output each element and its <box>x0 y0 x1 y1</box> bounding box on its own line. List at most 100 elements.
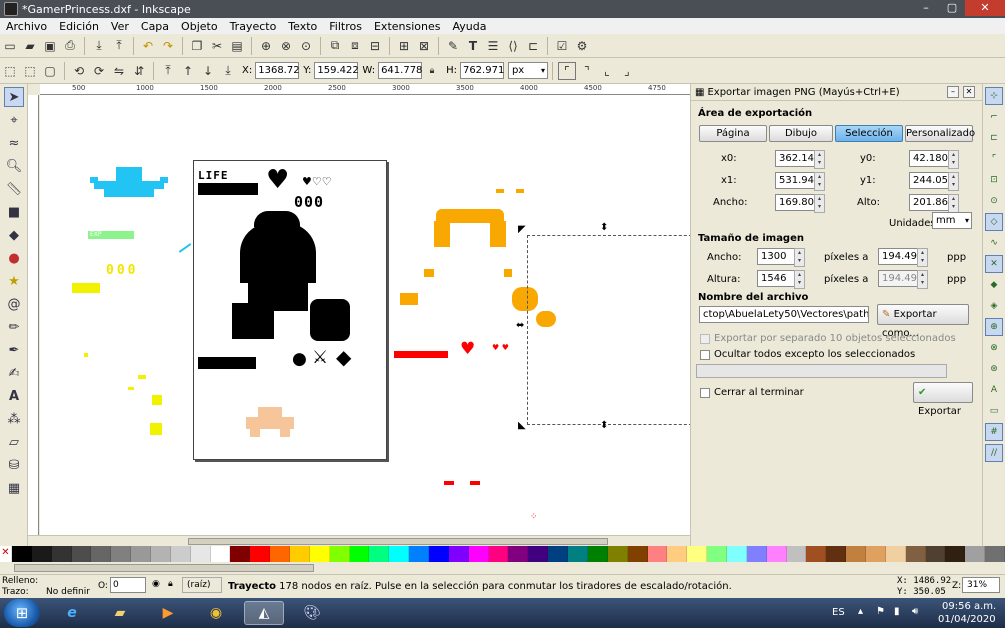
windows-start-icon[interactable]: ⊞ <box>4 599 40 627</box>
print-icon[interactable]: ⎙ <box>61 37 79 55</box>
color-swatch[interactable] <box>111 546 132 562</box>
y0-field[interactable]: 42.180 <box>909 150 959 169</box>
select-all-layers-icon[interactable]: ⬚ <box>21 62 39 80</box>
snap-smooth-nodes-icon[interactable]: ◈ <box>985 297 1003 315</box>
pen-tool-icon[interactable]: ✒ <box>4 340 24 360</box>
zoom-tool-icon[interactable]: 🔍︎ <box>4 156 24 176</box>
color-swatch[interactable] <box>309 546 330 562</box>
fill-stroke-icon[interactable]: ✎ <box>444 37 462 55</box>
color-swatch[interactable] <box>270 546 291 562</box>
lower-icon[interactable]: ↓ <box>199 62 217 80</box>
color-swatch[interactable] <box>51 546 72 562</box>
import-icon[interactable]: ⤓ <box>90 37 108 55</box>
snap-page-border-icon[interactable]: ▭ <box>985 402 1003 420</box>
palette-scrollbar[interactable] <box>0 562 1005 574</box>
eraser-tool-icon[interactable]: ▱ <box>4 432 24 452</box>
color-swatch[interactable] <box>429 546 449 562</box>
zoom-field[interactable]: 31% <box>962 577 1000 593</box>
color-swatch[interactable] <box>468 546 489 562</box>
snap-rotation-center-icon[interactable]: ⊛ <box>985 360 1003 378</box>
snap-paths-icon[interactable]: ∿ <box>985 234 1003 252</box>
color-swatch[interactable] <box>885 546 906 562</box>
h-field[interactable]: 762.971 <box>459 62 504 79</box>
flip-horizontal-icon[interactable]: ⇋ <box>110 62 128 80</box>
spiral-tool-icon[interactable]: @ <box>4 294 24 314</box>
color-swatch[interactable] <box>488 546 509 562</box>
menu-archivo[interactable]: Archivo <box>0 20 53 33</box>
color-swatch[interactable] <box>508 546 529 562</box>
menu-texto[interactable]: Texto <box>282 20 323 33</box>
area-drawing-button[interactable]: Dibujo <box>769 125 833 142</box>
pencil-tool-icon[interactable]: ✏ <box>4 317 24 337</box>
area-custom-button[interactable]: Personalizado <box>905 125 975 142</box>
color-swatch[interactable] <box>31 546 52 562</box>
unlink-clone-icon[interactable]: ⊟ <box>366 37 384 55</box>
y1-field[interactable]: 244.050 <box>909 172 959 191</box>
scale-handle-left[interactable]: ⬌ <box>516 321 524 331</box>
character-silhouette[interactable] <box>232 211 350 341</box>
color-swatch[interactable] <box>12 546 32 562</box>
snap-bbox-icon[interactable]: ⌐ <box>985 108 1003 126</box>
color-swatch[interactable] <box>210 546 231 562</box>
copy-icon[interactable]: ❐ <box>188 37 206 55</box>
rectangle-tool-icon[interactable]: ■ <box>4 202 24 222</box>
clock-date[interactable]: 01/04/2020 <box>938 614 996 625</box>
color-swatch[interactable] <box>925 546 946 562</box>
opacity-field[interactable]: 0 <box>110 577 146 593</box>
area-height-field[interactable]: 201.869 <box>909 194 959 213</box>
area-width-field[interactable]: 169.804 <box>775 194 825 213</box>
no-paint-swatch[interactable]: ✕ <box>0 546 12 562</box>
snap-intersections-icon[interactable]: ✕ <box>985 255 1003 273</box>
color-swatch[interactable] <box>687 546 708 562</box>
snap-bbox-midpoints-icon[interactable]: ⊡ <box>985 171 1003 189</box>
preferences-icon[interactable]: ⚙ <box>573 37 591 55</box>
duplicate-icon[interactable]: ⧉ <box>326 37 344 55</box>
snap-grid-icon[interactable]: # <box>985 423 1003 441</box>
zoom-page-icon[interactable]: ⊙ <box>297 37 315 55</box>
color-swatch[interactable] <box>190 546 211 562</box>
paint-icon[interactable]: 🎨︎ <box>292 601 332 625</box>
rotate-cw-icon[interactable]: ⟳ <box>90 62 108 80</box>
snap-bbox-edges-icon[interactable]: ⊏ <box>985 129 1003 147</box>
scale-handle-top-left[interactable]: ◤ <box>518 225 526 235</box>
paint-bucket-tool-icon[interactable]: ⛁ <box>4 455 24 475</box>
snap-bbox-corners-icon[interactable]: ⌜ <box>985 150 1003 168</box>
color-swatch[interactable] <box>250 546 271 562</box>
color-swatch[interactable] <box>746 546 767 562</box>
network-icon[interactable]: ▮ <box>894 606 900 617</box>
yellow-crown[interactable] <box>72 283 100 293</box>
snap-cusp-nodes-icon[interactable]: ◆ <box>985 276 1003 294</box>
menu-objeto[interactable]: Objeto <box>175 20 224 33</box>
volume-icon[interactable]: 🔊︎ <box>912 606 918 617</box>
color-swatch[interactable] <box>230 546 251 562</box>
raise-to-top-icon[interactable]: ⤒ <box>159 62 177 80</box>
zoom-selection-icon[interactable]: ⊕ <box>257 37 275 55</box>
drawing-canvas[interactable]: EXP 000 LIFE ♥ ♥♡♡ 000 ● ⚔ ◆ ♥ ♥ ♥ ⁘ ◤ ⬍… <box>40 95 690 535</box>
color-swatch[interactable] <box>409 546 430 562</box>
node-tool-icon[interactable]: ⌖ <box>4 110 24 130</box>
scale-handle-top[interactable]: ⬍ <box>600 223 608 233</box>
dpi-x-field[interactable]: 194.49 <box>878 248 928 267</box>
exp-bar[interactable]: EXP <box>88 231 134 239</box>
dock-close-icon[interactable]: ✕ <box>963 86 975 98</box>
ellipse-tool-icon[interactable]: ● <box>4 248 24 268</box>
yellow-sparkles[interactable] <box>128 375 168 435</box>
new-document-icon[interactable]: ▭ <box>1 37 19 55</box>
filename-field[interactable]: ctop\AbuelaLety50\Vectores\path22.png <box>699 306 869 323</box>
spray-tool-icon[interactable]: ⁂ <box>4 409 24 429</box>
lower-to-bottom-icon[interactable]: ⤓ <box>219 62 237 80</box>
color-swatch[interactable] <box>369 546 390 562</box>
color-swatch[interactable] <box>448 546 469 562</box>
cyan-sprite[interactable] <box>90 167 168 203</box>
undo-icon[interactable]: ↶ <box>139 37 157 55</box>
color-swatch[interactable] <box>707 546 727 562</box>
snap-bbox-centers-icon[interactable]: ⊙ <box>985 192 1003 210</box>
ungroup-icon[interactable]: ⊠ <box>415 37 433 55</box>
snap-guides-icon[interactable]: // <box>985 444 1003 462</box>
snap-enable-icon[interactable]: ⊹ <box>985 87 1003 105</box>
menu-ver[interactable]: Ver <box>105 20 135 33</box>
chrome-icon[interactable]: ◉ <box>196 601 236 625</box>
minimize-icon[interactable]: – <box>913 0 939 16</box>
scrollbar-thumb[interactable] <box>188 538 608 545</box>
color-swatch[interactable] <box>846 546 866 562</box>
